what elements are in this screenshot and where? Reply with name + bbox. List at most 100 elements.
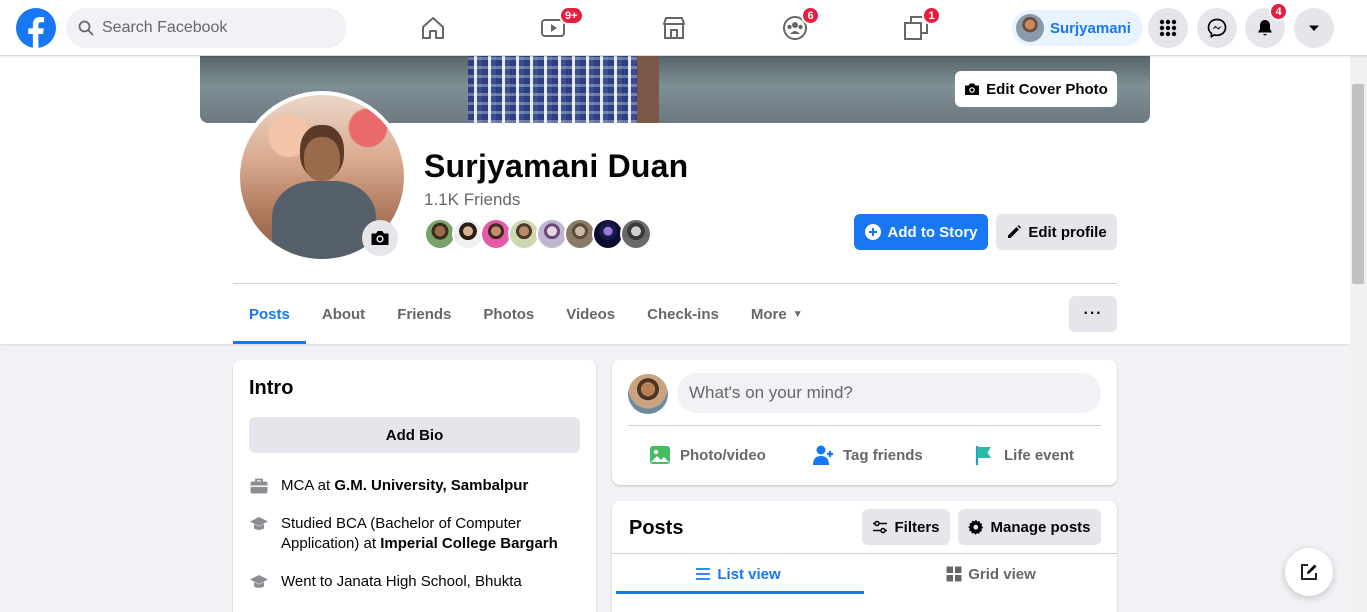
intro-title: Intro bbox=[249, 377, 294, 399]
groups-badge: 6 bbox=[801, 6, 820, 25]
caret-down-icon bbox=[1309, 25, 1319, 31]
tab-videos[interactable]: Videos bbox=[550, 284, 631, 344]
caret-down-icon: ▼ bbox=[792, 308, 803, 320]
tab-more-label: More bbox=[750, 305, 787, 323]
grid-icon bbox=[946, 566, 962, 582]
add-bio-button[interactable]: Add Bio bbox=[249, 417, 580, 453]
tag-friends-button[interactable]: Tag friends bbox=[811, 440, 923, 470]
messenger-button[interactable] bbox=[1197, 8, 1237, 48]
home-icon bbox=[422, 17, 444, 39]
cover-photo-shirt bbox=[468, 56, 638, 123]
profile-picture-shirt bbox=[272, 181, 376, 259]
intro-card: Intro Add Bio MCA at G.M. University, Sa… bbox=[233, 360, 596, 612]
gear-icon bbox=[968, 519, 984, 535]
nav-profile-chip[interactable]: Surjyamani bbox=[1012, 10, 1143, 46]
profile-name: Surjyamani Duan bbox=[424, 148, 689, 184]
more-options-button[interactable]: ··· bbox=[1069, 296, 1117, 332]
search-bar[interactable] bbox=[66, 8, 347, 48]
update-profile-picture-button[interactable] bbox=[362, 220, 398, 256]
friends-count[interactable]: 1.1K Friends bbox=[424, 190, 520, 210]
life-event-button[interactable]: Life event bbox=[972, 440, 1074, 470]
intro-item-school: Went to Janata High School, Bhukta bbox=[249, 572, 579, 592]
edit-cover-photo-button[interactable]: Edit Cover Photo bbox=[955, 71, 1117, 107]
tab-posts[interactable]: Posts bbox=[233, 284, 306, 344]
filters-button[interactable]: Filters bbox=[862, 509, 950, 545]
avatar[interactable] bbox=[628, 374, 668, 414]
intro-item-prefix: MCA at bbox=[281, 477, 335, 494]
search-icon bbox=[78, 20, 94, 36]
top-navigation-bar: 9+ 6 1 Surjyamani 4 bbox=[0, 0, 1367, 56]
post-composer: What's on your mind? Photo/video Tag fri… bbox=[612, 360, 1117, 485]
nav-profile-name: Surjyamani bbox=[1050, 19, 1131, 37]
manage-posts-label: Manage posts bbox=[990, 518, 1091, 536]
nav-gaming[interactable]: 1 bbox=[866, 4, 966, 52]
filters-label: Filters bbox=[894, 518, 940, 536]
add-to-story-label: Add to Story bbox=[887, 223, 978, 241]
pencil-icon bbox=[1008, 225, 1022, 238]
graduation-cap-icon bbox=[250, 517, 268, 530]
edit-profile-label: Edit profile bbox=[1028, 223, 1107, 241]
intro-item-college: Studied BCA (Bachelor of Computer Applic… bbox=[249, 514, 579, 554]
camera-icon bbox=[965, 83, 980, 95]
grid-menu-icon bbox=[1159, 19, 1177, 37]
profile-picture-face bbox=[304, 137, 340, 181]
intro-item-prefix: Went to Janata High School, Bhukta bbox=[281, 573, 522, 590]
nav-home[interactable] bbox=[383, 4, 483, 52]
scrollbar-thumb[interactable] bbox=[1352, 84, 1364, 284]
list-view-tab[interactable]: List view bbox=[612, 554, 864, 594]
photo-icon bbox=[650, 446, 670, 464]
marketplace-icon bbox=[663, 17, 685, 39]
new-message-button[interactable] bbox=[1285, 548, 1333, 596]
edit-profile-button[interactable]: Edit profile bbox=[996, 214, 1117, 250]
profile-header: Edit Cover Photo Surjyamani Duan 1.1K Fr… bbox=[0, 56, 1367, 344]
whats-on-your-mind-input[interactable]: What's on your mind? bbox=[677, 373, 1101, 413]
list-view-label: List view bbox=[717, 565, 781, 583]
filters-icon bbox=[873, 520, 888, 534]
watch-badge: 9+ bbox=[559, 6, 584, 25]
list-icon bbox=[696, 568, 711, 580]
search-input[interactable] bbox=[102, 19, 332, 37]
notifications-badge: 4 bbox=[1269, 2, 1288, 21]
tab-friends[interactable]: Friends bbox=[381, 284, 467, 344]
photo-video-button[interactable]: Photo/video bbox=[648, 440, 766, 470]
graduation-cap-icon bbox=[250, 575, 268, 588]
account-menu-button[interactable] bbox=[1294, 8, 1334, 48]
add-to-story-button[interactable]: Add to Story bbox=[854, 214, 988, 250]
life-event-label: Life event bbox=[1004, 446, 1075, 464]
intro-item-link[interactable]: G.M. University, Sambalpur bbox=[334, 477, 528, 494]
profile-tabs: Posts About Friends Photos Videos Check-… bbox=[233, 284, 819, 344]
intro-item-link[interactable]: Imperial College Bargarh bbox=[380, 535, 558, 552]
nav-watch[interactable]: 9+ bbox=[503, 4, 603, 52]
composer-divider bbox=[628, 425, 1101, 426]
avatar[interactable] bbox=[620, 218, 652, 250]
edit-cover-photo-label: Edit Cover Photo bbox=[986, 80, 1108, 98]
tab-more[interactable]: More ▼ bbox=[735, 284, 819, 344]
cover-photo-arm bbox=[637, 56, 659, 123]
tag-friends-icon bbox=[813, 445, 833, 465]
briefcase-icon bbox=[250, 478, 268, 494]
posts-title: Posts bbox=[629, 517, 684, 539]
camera-icon bbox=[371, 231, 389, 245]
manage-posts-button[interactable]: Manage posts bbox=[958, 509, 1101, 545]
tab-check-ins[interactable]: Check-ins bbox=[631, 284, 735, 344]
menu-button[interactable] bbox=[1148, 8, 1188, 48]
compose-icon bbox=[1301, 564, 1317, 580]
gaming-badge: 1 bbox=[922, 6, 941, 25]
intro-item-work: MCA at G.M. University, Sambalpur bbox=[249, 476, 579, 496]
nav-marketplace[interactable] bbox=[624, 4, 724, 52]
facebook-logo-icon[interactable] bbox=[16, 8, 56, 48]
plus-circle-icon bbox=[864, 224, 881, 240]
tab-photos[interactable]: Photos bbox=[467, 284, 550, 344]
posts-card: Posts Filters Manage posts List view Gri… bbox=[612, 501, 1117, 612]
bell-icon bbox=[1258, 20, 1272, 36]
tag-friends-label: Tag friends bbox=[843, 446, 923, 464]
nav-groups[interactable]: 6 bbox=[745, 4, 845, 52]
grid-view-tab[interactable]: Grid view bbox=[865, 554, 1117, 594]
messenger-icon bbox=[1207, 18, 1227, 38]
avatar bbox=[1016, 14, 1044, 42]
grid-view-label: Grid view bbox=[968, 565, 1036, 583]
scrollbar[interactable] bbox=[1350, 56, 1367, 612]
tab-about[interactable]: About bbox=[306, 284, 381, 344]
photo-video-label: Photo/video bbox=[680, 446, 766, 464]
notifications-button[interactable]: 4 bbox=[1245, 2, 1288, 48]
